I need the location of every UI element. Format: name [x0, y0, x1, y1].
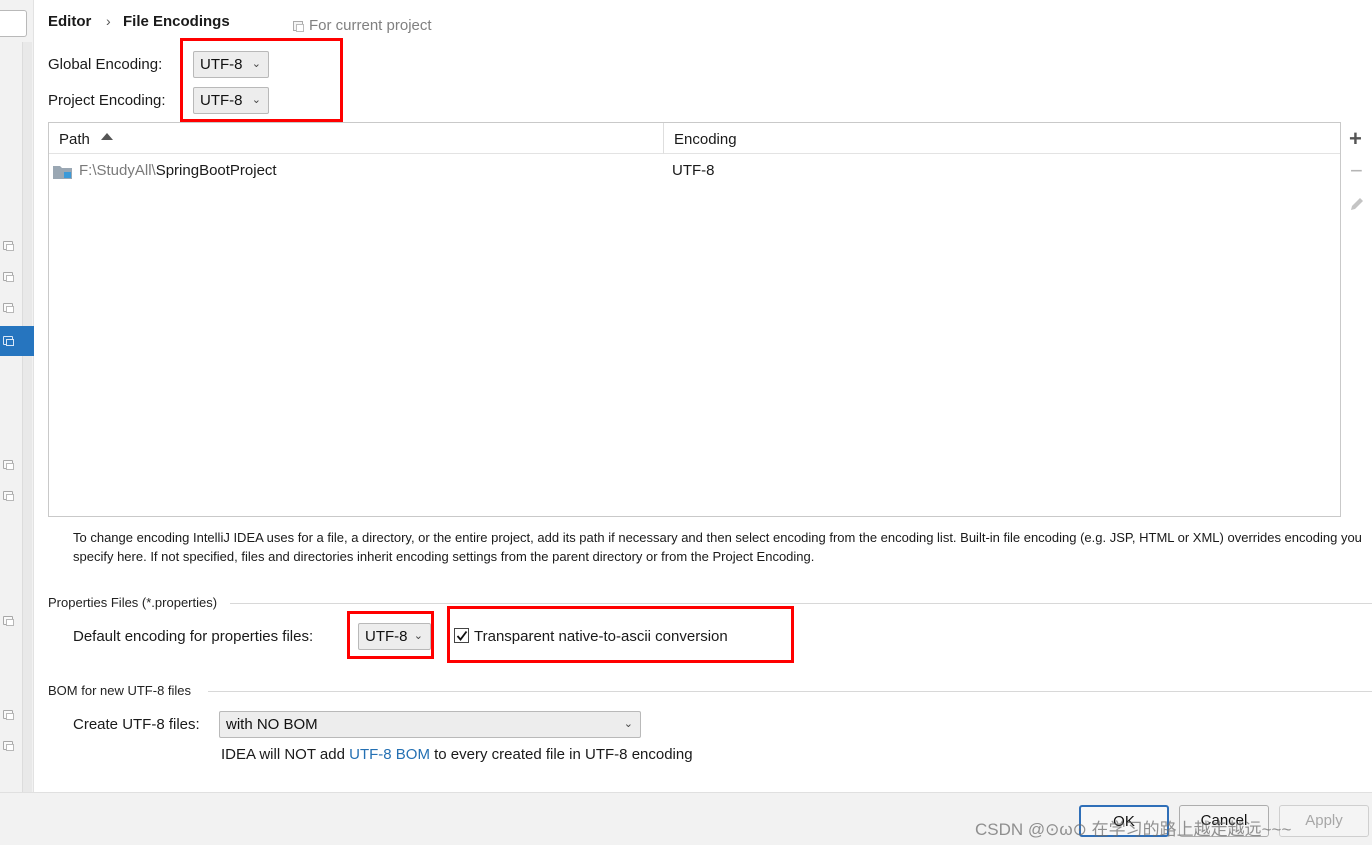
watermark: CSDN @⊙ω⊙ 在学习的路上越走越远~~~ — [975, 820, 1292, 839]
column-header-encoding[interactable]: Encoding — [664, 123, 1340, 154]
settings-item-icon[interactable] — [3, 272, 14, 282]
settings-item-icon — [3, 336, 14, 346]
global-encoding-label: Global Encoding: — [48, 56, 163, 73]
breadcrumb-separator: › — [106, 13, 111, 29]
row-path-prefix: F:\StudyAll\ — [79, 162, 156, 179]
bom-note-after: to every created file in UTF-8 encoding — [429, 746, 693, 763]
bom-note: IDEA will NOT add UTF-8 BOM to every cre… — [221, 746, 693, 763]
page-title: File Encodings — [123, 13, 230, 30]
properties-default-label: Default encoding for properties files: — [73, 628, 314, 645]
sort-ascending-icon — [101, 133, 113, 140]
group-divider — [230, 603, 1372, 604]
bom-group-title: BOM for new UTF-8 files — [48, 683, 192, 698]
settings-item-icon[interactable] — [3, 741, 14, 751]
add-icon[interactable]: + — [1349, 128, 1362, 150]
settings-search-input[interactable] — [0, 10, 27, 37]
settings-item-icon[interactable] — [3, 303, 14, 313]
folder-icon — [53, 166, 72, 179]
utf8-bom-link[interactable]: UTF-8 BOM — [349, 746, 430, 763]
settings-item-icon[interactable] — [3, 616, 14, 626]
chevron-down-icon: ⌄ — [623, 718, 633, 730]
table-row[interactable]: F:\StudyAll\SpringBootProject UTF-8 — [49, 155, 1340, 185]
edit-icon[interactable] — [1348, 195, 1366, 213]
row-path: F:\StudyAll\SpringBootProject — [79, 162, 277, 179]
column-header-path-label: Path — [59, 131, 90, 148]
settings-item-icon[interactable] — [3, 491, 14, 501]
settings-item-icon[interactable] — [3, 241, 14, 251]
settings-tree-item-file-encodings[interactable] — [0, 326, 34, 356]
bom-select-value: with NO BOM — [226, 716, 318, 733]
column-header-encoding-label: Encoding — [674, 131, 737, 148]
group-divider — [208, 691, 1372, 692]
properties-group-title: Properties Files (*.properties) — [48, 595, 218, 610]
bom-note-before: IDEA will NOT add — [221, 746, 350, 763]
project-scope-icon — [293, 21, 304, 32]
highlight-box — [347, 611, 434, 659]
bom-select[interactable]: with NO BOM ⌄ — [219, 711, 641, 738]
create-utf8-label: Create UTF-8 files: — [73, 716, 200, 733]
encoding-mappings-table[interactable]: Path Encoding F:\StudyAll\SpringBootProj… — [48, 122, 1341, 517]
highlight-box — [180, 38, 343, 122]
help-text: To change encoding IntelliJ IDEA uses fo… — [73, 530, 1362, 564]
scope-label: For current project — [309, 17, 432, 34]
breadcrumb-editor[interactable]: Editor — [48, 13, 91, 30]
settings-item-icon[interactable] — [3, 460, 14, 470]
project-encoding-label: Project Encoding: — [48, 92, 166, 109]
highlight-box — [447, 606, 794, 663]
remove-icon[interactable]: − — [1350, 160, 1363, 182]
row-path-name: SpringBootProject — [155, 162, 277, 179]
apply-button[interactable]: Apply — [1279, 805, 1369, 837]
settings-item-icon[interactable] — [3, 710, 14, 720]
column-header-path[interactable]: Path — [49, 123, 664, 154]
row-encoding[interactable]: UTF-8 — [672, 162, 715, 179]
settings-tree-scrollbar[interactable] — [22, 42, 32, 792]
